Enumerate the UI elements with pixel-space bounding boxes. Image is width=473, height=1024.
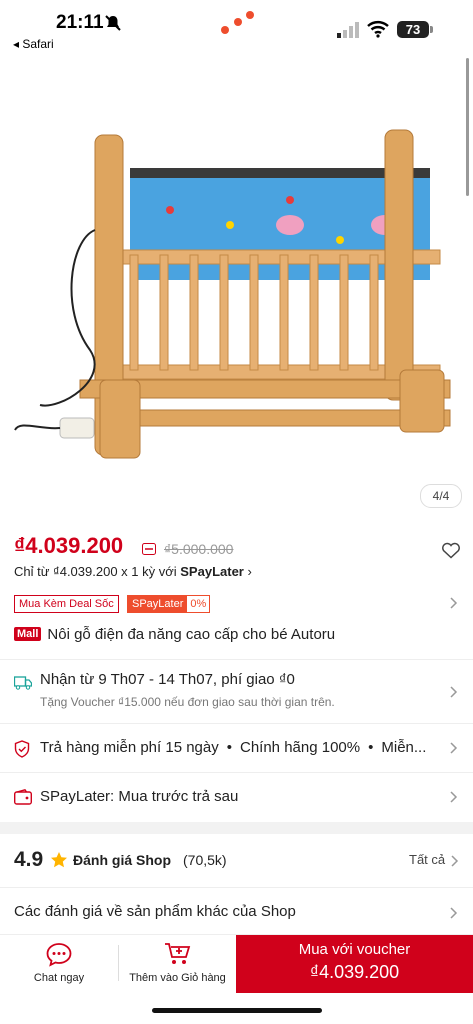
- product-title-row: Mall Nôi gỗ điện đa năng cao cấp cho bé A…: [14, 626, 335, 643]
- installment-brand: SPayLater: [180, 564, 244, 579]
- chevron-right-icon: [450, 686, 458, 698]
- chevron-right-icon: [451, 855, 459, 867]
- price-row: ₫4.039.200 ₫5.000.000: [14, 533, 454, 563]
- guarantees-row[interactable]: Trả hàng miễn phí 15 ngày • Chính hãng 100…: [40, 739, 426, 756]
- product-image[interactable]: [0, 50, 473, 510]
- buy-button-label: Mua với voucher: [298, 941, 411, 958]
- original-price: ₫5.000.000: [164, 541, 234, 557]
- cell-signal-icon: [337, 22, 359, 38]
- home-indicator[interactable]: [152, 1008, 322, 1013]
- installment-prefix: Chỉ từ ₫4.039.200 x 1 kỳ với: [14, 564, 181, 579]
- price-tag-icon: [142, 543, 156, 555]
- spaylater-badge[interactable]: SPayLater 0%: [127, 595, 211, 613]
- battery-tip: [430, 26, 433, 33]
- divider: [0, 772, 473, 773]
- chevron-right-icon: [450, 907, 458, 919]
- truck-icon: [14, 676, 32, 690]
- app-dots-icon: [221, 11, 254, 34]
- bullet-separator: •: [368, 739, 374, 756]
- add-to-cart-label: Thêm vào Giỏ hàng: [129, 972, 226, 984]
- buy-with-voucher-button[interactable]: Mua với voucher ₫4.039.200: [236, 935, 473, 993]
- authentic-text: Chính hãng 100%: [240, 739, 361, 756]
- page-scrollbar[interactable]: [466, 58, 469, 196]
- image-counter: 4/4: [420, 484, 462, 508]
- bell-muted-icon: [105, 15, 121, 31]
- chat-button[interactable]: Chat ngay: [0, 935, 118, 993]
- divider: [0, 887, 473, 888]
- status-time: 21:11: [56, 12, 104, 33]
- divider: [0, 659, 473, 660]
- star-icon: [51, 852, 67, 868]
- more-guarantees-text: Miễn...: [381, 739, 427, 756]
- deal-badge[interactable]: Mua Kèm Deal Sốc: [14, 595, 119, 613]
- chat-icon: [46, 943, 72, 967]
- installment-info[interactable]: Chỉ từ ₫4.039.200 x 1 kỳ với SPayLater ›: [14, 564, 252, 579]
- shield-check-icon: [14, 740, 30, 758]
- chevron-right-icon: ›: [247, 564, 252, 579]
- shipping-voucher-note: Tặng Voucher ₫15.000 nếu đơn giao sau th…: [40, 695, 335, 709]
- chat-button-label: Chat ngay: [33, 972, 85, 984]
- wallet-icon: [14, 789, 32, 805]
- divider: [0, 723, 473, 724]
- product-title: Nôi gỗ điện đa năng cao cấp cho bé Autor…: [47, 626, 336, 643]
- buy-button-price: ₫4.039.200: [309, 962, 400, 982]
- status-bar: 21:11 ◂ Safari 73: [0, 0, 473, 51]
- favorite-heart-icon[interactable]: [441, 541, 461, 559]
- wifi-icon: [367, 21, 389, 38]
- chevron-right-icon: [450, 791, 458, 803]
- shipping-estimate[interactable]: Nhận từ 9 Th07 - 14 Th07, phí giao ₫0: [40, 671, 295, 688]
- bottom-action-bar: Chat ngay Thêm vào Giỏ hàng Mua với vouc…: [0, 934, 473, 993]
- shop-rating-label: Đánh giá Shop: [73, 852, 171, 868]
- free-returns-text: Trả hàng miễn phí 15 ngày: [40, 739, 219, 756]
- bullet-separator: •: [226, 739, 232, 756]
- section-divider: [0, 822, 473, 834]
- battery-indicator: 73: [397, 21, 429, 38]
- promo-row[interactable]: Mua Kèm Deal Sốc SPayLater 0%: [14, 595, 464, 613]
- chevron-right-icon: [450, 742, 458, 754]
- chevron-right-icon: [450, 597, 458, 609]
- spaylater-badge-rate: 0%: [190, 598, 207, 610]
- back-to-safari-link[interactable]: ◂ Safari: [13, 37, 54, 51]
- current-price: ₫4.039.200: [14, 533, 124, 558]
- shop-rating-count: (70,5k): [183, 852, 227, 868]
- add-to-cart-button[interactable]: Thêm vào Giỏ hàng: [119, 935, 236, 993]
- see-all-reviews-link[interactable]: Tất cả: [409, 852, 445, 867]
- add-to-cart-icon: [165, 943, 191, 964]
- wooden-cradle-illustration: [14, 129, 451, 459]
- spaylater-row[interactable]: SPayLater: Mua trước trả sau: [40, 788, 238, 805]
- mall-badge: Mall: [14, 627, 42, 641]
- other-shop-reviews-row[interactable]: Các đánh giá về sản phẩm khác của Shop: [14, 903, 296, 920]
- spaylater-badge-label: SPayLater: [128, 596, 188, 612]
- shop-rating-score: 4.9: [14, 848, 44, 871]
